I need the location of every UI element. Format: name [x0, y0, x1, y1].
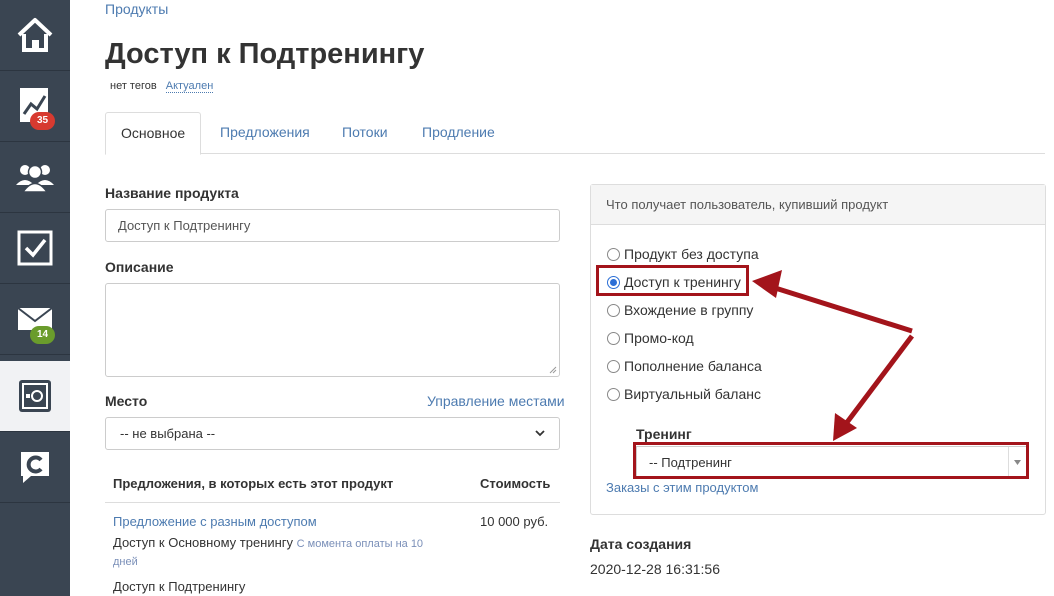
- option-label: Промо-код: [624, 330, 694, 346]
- created-label: Дата создания: [590, 536, 692, 552]
- tab-offers[interactable]: Предложения: [205, 112, 325, 154]
- option-promo[interactable]: Промо-код: [607, 330, 694, 346]
- option-label: Виртуальный баланс: [624, 386, 761, 402]
- home-icon: [17, 18, 53, 52]
- tags-text: нет тегов: [110, 80, 157, 92]
- manage-places-link[interactable]: Управление местами: [427, 393, 565, 409]
- offer-link[interactable]: Предложение с разным доступом: [113, 514, 317, 529]
- sidebar-item-tasks[interactable]: [0, 213, 70, 284]
- stats-badge: 35: [30, 112, 56, 130]
- description-label: Описание: [105, 259, 174, 275]
- sidebar-item-stats[interactable]: 35: [0, 71, 70, 142]
- sidebar-item-home[interactable]: [0, 0, 70, 71]
- option-label: Пополнение баланса: [624, 358, 762, 374]
- radio-icon[interactable]: [607, 303, 620, 317]
- sidebar-item-users[interactable]: [0, 142, 70, 213]
- radio-icon[interactable]: [607, 359, 620, 373]
- place-label: Место: [105, 393, 148, 409]
- checkbox-icon: [17, 230, 53, 266]
- sidebar-item-logo[interactable]: [0, 432, 70, 503]
- tags-line: нет тегов Актуален: [110, 80, 214, 93]
- training-label: Тренинг: [636, 426, 692, 442]
- created-value: 2020-12-28 16:31:56: [590, 561, 720, 577]
- tab-renewal[interactable]: Продление: [407, 112, 510, 154]
- tabs: Основное Предложения Потоки Продление: [105, 112, 1045, 155]
- resize-handle-icon[interactable]: [549, 366, 557, 374]
- product-name-value: Доступ к Подтренингу: [118, 218, 251, 233]
- radio-icon[interactable]: [607, 247, 620, 261]
- option-group[interactable]: Вхождение в группу: [607, 302, 753, 318]
- offer-item-2: Доступ к Подтренингу: [113, 579, 246, 594]
- description-textarea[interactable]: [105, 283, 560, 377]
- option-virtual-balance[interactable]: Виртуальный баланс: [607, 386, 761, 402]
- place-select[interactable]: -- не выбрана --: [105, 417, 560, 450]
- place-select-value: -- не выбрана --: [120, 426, 216, 441]
- logo-icon: [21, 452, 49, 483]
- product-name-input[interactable]: Доступ к Подтренингу: [105, 209, 560, 242]
- breadcrumb[interactable]: Продукты: [105, 1, 168, 17]
- offer-price: 10 000 руб.: [480, 514, 549, 529]
- mail-badge: 14: [30, 326, 56, 344]
- product-name-label: Название продукта: [105, 185, 239, 201]
- safe-icon: [19, 380, 51, 412]
- tab-streams[interactable]: Потоки: [327, 112, 403, 154]
- price-header: Стоимость: [480, 476, 551, 491]
- radio-icon[interactable]: [607, 331, 620, 345]
- sidebar-item-mail[interactable]: 14: [0, 284, 70, 355]
- users-icon: [16, 164, 54, 193]
- panel-title: Что получает пользователь, купивший прод…: [591, 185, 1045, 225]
- highlight-radio: [596, 265, 749, 296]
- orders-link[interactable]: Заказы с этим продуктом: [606, 480, 758, 495]
- offer-item-name: Доступ к Основному тренингу: [113, 535, 294, 550]
- main-content: Продукты Доступ к Подтренингу нет тегов …: [70, 0, 1054, 596]
- option-label: Вхождение в группу: [624, 302, 754, 318]
- page-title: Доступ к Подтренингу: [105, 38, 425, 70]
- status-link[interactable]: Актуален: [165, 80, 214, 93]
- sidebar-item-products[interactable]: [0, 361, 70, 432]
- offer-item: Доступ к Основному тренингу С момента оп…: [113, 535, 423, 550]
- offers-header: Предложения, в которых есть этот продукт: [113, 476, 394, 491]
- offer-item-note: С момента оплаты на 10: [296, 538, 424, 550]
- offer-item-note-cont: дней: [113, 556, 138, 568]
- option-no-access[interactable]: Продукт без доступа: [607, 246, 759, 262]
- table-divider: [105, 502, 560, 503]
- radio-icon[interactable]: [607, 387, 620, 401]
- option-label: Продукт без доступа: [624, 246, 759, 262]
- option-balance[interactable]: Пополнение баланса: [607, 358, 762, 374]
- tab-main[interactable]: Основное: [105, 112, 202, 155]
- sidebar: 35 14: [0, 0, 70, 596]
- highlight-training-select: [633, 442, 1029, 479]
- chevron-down-icon: [535, 430, 545, 437]
